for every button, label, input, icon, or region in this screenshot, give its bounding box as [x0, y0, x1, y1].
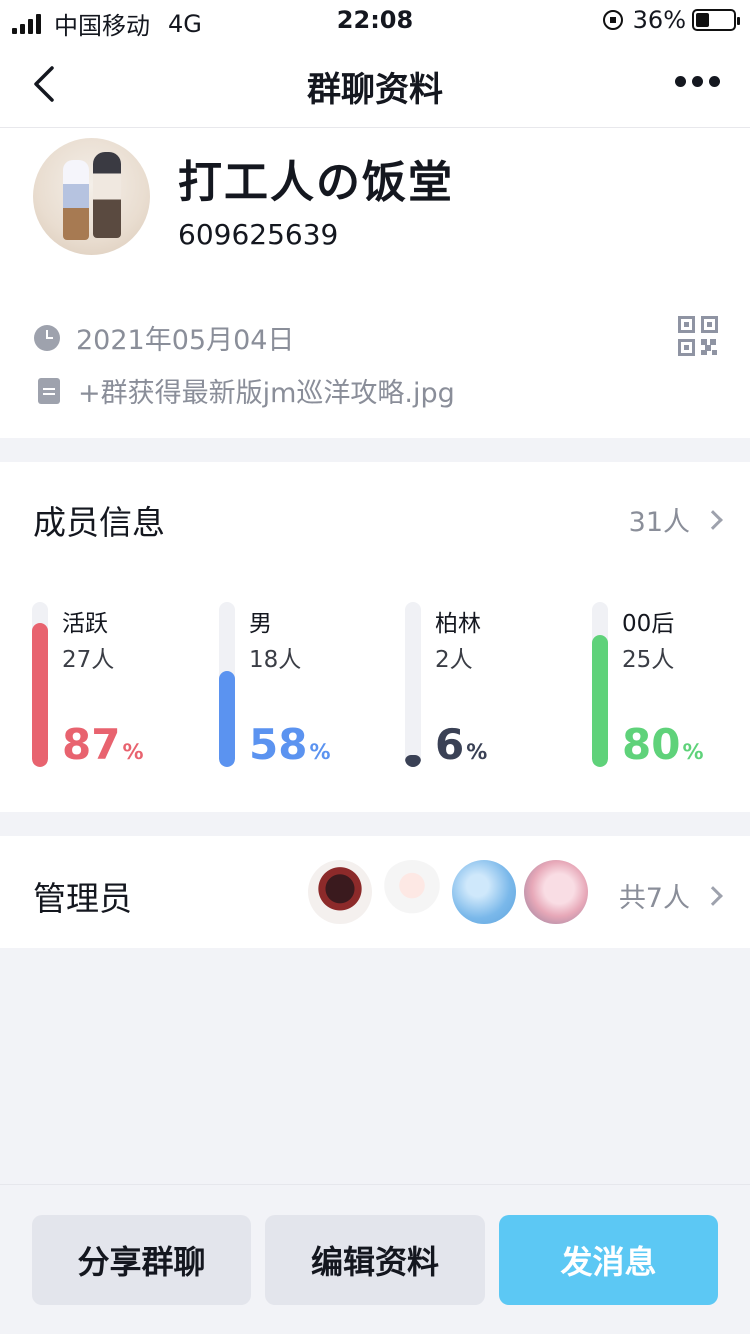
more-dots-icon[interactable]	[669, 76, 720, 87]
group-name: 打工人の饭堂	[178, 157, 454, 208]
stat-bar-fill	[592, 635, 608, 767]
avatar	[452, 860, 516, 924]
stat-label: 00后	[622, 611, 675, 637]
chevron-right-icon	[703, 885, 723, 906]
group-avatar[interactable]	[33, 138, 150, 255]
stat-bar-fill	[32, 623, 48, 767]
status-right: 36%	[602, 6, 740, 34]
stat-percent: 6%	[435, 720, 488, 769]
member-total: 31人	[628, 507, 690, 538]
admin-avatar-list	[300, 860, 588, 924]
stat-bar-fill	[219, 671, 235, 767]
stat-label: 活跃	[62, 611, 108, 637]
battery-icon	[692, 9, 740, 31]
avatar	[524, 860, 588, 924]
qr-code-icon[interactable]	[678, 316, 718, 356]
member-info-title: 成员信息	[33, 503, 165, 542]
group-info-card: 打工人の饭堂 609625639 2021年05月04日 +群获得最新版jm巡洋…	[0, 128, 750, 438]
document-icon	[38, 377, 60, 404]
stat-count: 25人	[622, 647, 675, 673]
stat-bar-track	[405, 602, 421, 767]
stat-male: 男 18人 58%	[219, 602, 399, 769]
stat-percent: 80%	[622, 720, 704, 769]
rotation-lock-icon	[602, 10, 623, 30]
member-count-link[interactable]: 31人	[628, 500, 723, 539]
stat-bar-track	[219, 602, 235, 767]
created-date-row: 2021年05月04日	[34, 318, 294, 357]
stat-count: 27人	[62, 647, 115, 673]
stat-percent: 87%	[62, 720, 144, 769]
group-note: +群获得最新版jm巡洋攻略.jpg	[78, 378, 455, 409]
admin-title: 管理员	[33, 879, 132, 918]
status-bar: 中国移动 4G 22:08 36%	[0, 0, 750, 40]
admin-total: 共7人	[618, 883, 690, 914]
admin-count-link[interactable]: 共7人	[618, 876, 723, 915]
stat-location: 柏林 2人 6%	[405, 602, 585, 769]
stat-age: 00后 25人 80%	[592, 602, 750, 769]
edit-info-button[interactable]: 编辑资料	[265, 1215, 485, 1305]
stat-count: 2人	[435, 647, 473, 673]
stat-label: 男	[249, 611, 272, 637]
share-group-button[interactable]: 分享群聊	[32, 1215, 251, 1305]
avatar	[380, 860, 444, 924]
bottom-action-bar: 分享群聊 编辑资料 发消息	[0, 1184, 750, 1334]
page-title: 群聊资料	[307, 70, 443, 110]
battery-percent: 36%	[632, 6, 686, 34]
stat-bar-fill	[405, 755, 421, 767]
created-date: 2021年05月04日	[76, 325, 295, 356]
stat-bar-track	[592, 602, 608, 767]
send-message-button[interactable]: 发消息	[499, 1215, 718, 1305]
clock-icon	[34, 324, 60, 351]
chevron-right-icon	[703, 509, 723, 530]
group-note-row[interactable]: +群获得最新版jm巡洋攻略.jpg	[34, 371, 455, 410]
avatar	[308, 860, 372, 924]
stat-active: 活跃 27人 87%	[32, 602, 212, 769]
stat-label: 柏林	[435, 611, 481, 637]
stat-percent: 58%	[249, 720, 331, 769]
nav-bar: 群聊资料	[0, 40, 750, 128]
admin-card[interactable]: 管理员 共7人	[0, 836, 750, 948]
group-id: 609625639	[178, 218, 339, 251]
member-info-card: 成员信息 31人 活跃 27人 87% 男 18人 58% 柏林 2人 6% 0…	[0, 462, 750, 812]
stat-bar-track	[32, 602, 48, 767]
stat-count: 18人	[249, 647, 302, 673]
